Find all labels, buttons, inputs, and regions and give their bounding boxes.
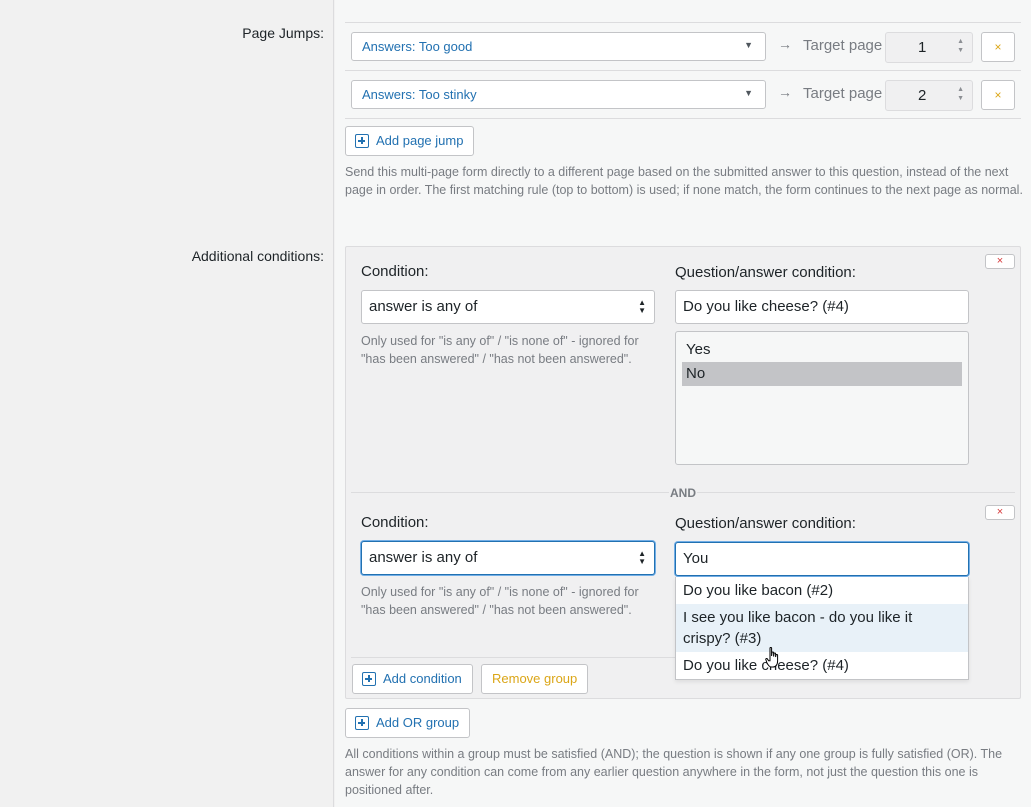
chevron-down-icon: ▼ [744, 88, 753, 98]
updown-icon: ▲ ▼ [638, 298, 646, 315]
page-jump-answer-select[interactable]: Answers: Too good ▼ [351, 32, 766, 61]
target-page-value: 2 [918, 87, 927, 104]
updown-icon: ▲ ▼ [638, 549, 646, 566]
add-or-group-label: Add OR group [376, 715, 460, 730]
add-or-group-button[interactable]: Add OR group [345, 708, 471, 738]
add-condition-button[interactable]: Add condition [352, 664, 473, 694]
condition-divider [351, 657, 676, 658]
condition-select[interactable]: answer is any of ▲ ▼ [361, 290, 655, 324]
qa-condition-label: Question/answer condition: [675, 264, 856, 281]
condition-help: Only used for "is any of" / "is none of"… [361, 585, 639, 617]
target-page-label: Target page [803, 37, 883, 54]
page-jump-answer-select[interactable]: Answers: Too stinky ▼ [351, 80, 766, 109]
label-column [0, 0, 334, 807]
remove-page-jump-button[interactable]: × [981, 80, 1015, 110]
page-jumps-label: Page Jumps: [242, 25, 324, 41]
hand-cursor-icon [765, 646, 781, 672]
add-page-jump-button[interactable]: Add page jump [345, 126, 475, 156]
condition-label: Condition: [361, 514, 429, 531]
spinner-icon[interactable]: ▲ ▼ [957, 85, 964, 103]
remove-page-jump-button[interactable]: × [981, 32, 1015, 62]
autocomplete-option[interactable]: Do you like cheese? (#4) [676, 652, 968, 679]
condition-help: Only used for "is any of" / "is none of"… [361, 334, 639, 366]
chevron-down-icon: ▼ [744, 40, 753, 50]
page-jump-answer-value: Answers: Too stinky [362, 87, 477, 102]
page-jump-row: Answers: Too stinky ▼ → Target page 2 ▲ ▼… [345, 70, 1021, 119]
target-page-value: 1 [918, 39, 927, 56]
qa-condition-search-input[interactable]: You [675, 542, 969, 576]
condition-label: Condition: [361, 263, 429, 280]
autocomplete-option-highlighted[interactable]: I see you like bacon - do you like it cr… [676, 604, 968, 652]
plus-square-icon [362, 672, 376, 686]
remove-group-button[interactable]: Remove group [481, 664, 589, 694]
answer-listbox[interactable]: Yes No [675, 331, 969, 465]
add-page-jump-label: Add page jump [376, 133, 464, 148]
answer-option-no[interactable]: No [682, 362, 962, 386]
plus-square-icon [355, 716, 369, 730]
target-page-input[interactable]: 1 ▲ ▼ [885, 32, 973, 63]
target-page-input[interactable]: 2 ▲ ▼ [885, 80, 973, 111]
conditions-description: All conditions within a group must be sa… [345, 747, 1003, 797]
qa-condition-label: Question/answer condition: [675, 515, 856, 532]
plus-square-icon [355, 134, 369, 148]
and-separator: AND [669, 486, 697, 500]
condition-select-value: answer is any of [369, 549, 478, 566]
page-jumps-description: Send this multi-page form directly to a … [345, 165, 1023, 197]
arrow-right-icon: → [778, 36, 792, 52]
answer-option-yes[interactable]: Yes [682, 338, 962, 362]
condition-select[interactable]: answer is any of ▲ ▼ [361, 541, 655, 575]
autocomplete-dropdown: Do you like bacon (#2) I see you like ba… [675, 577, 969, 680]
spinner-icon[interactable]: ▲ ▼ [957, 37, 964, 55]
qa-condition-input[interactable]: Do you like cheese? (#4) [675, 290, 969, 324]
additional-conditions-label: Additional conditions: [191, 248, 324, 264]
arrow-right-icon: → [778, 84, 792, 100]
page-jump-answer-value: Answers: Too good [362, 39, 473, 54]
remove-condition-button[interactable]: × [985, 505, 1015, 520]
page-jump-row: Answers: Too good ▼ → Target page 1 ▲ ▼ × [345, 22, 1021, 70]
remove-condition-button[interactable]: × [985, 254, 1015, 269]
autocomplete-option[interactable]: Do you like bacon (#2) [676, 577, 968, 604]
condition-select-value: answer is any of [369, 298, 478, 315]
target-page-label: Target page [803, 85, 883, 102]
add-condition-label: Add condition [383, 671, 462, 686]
